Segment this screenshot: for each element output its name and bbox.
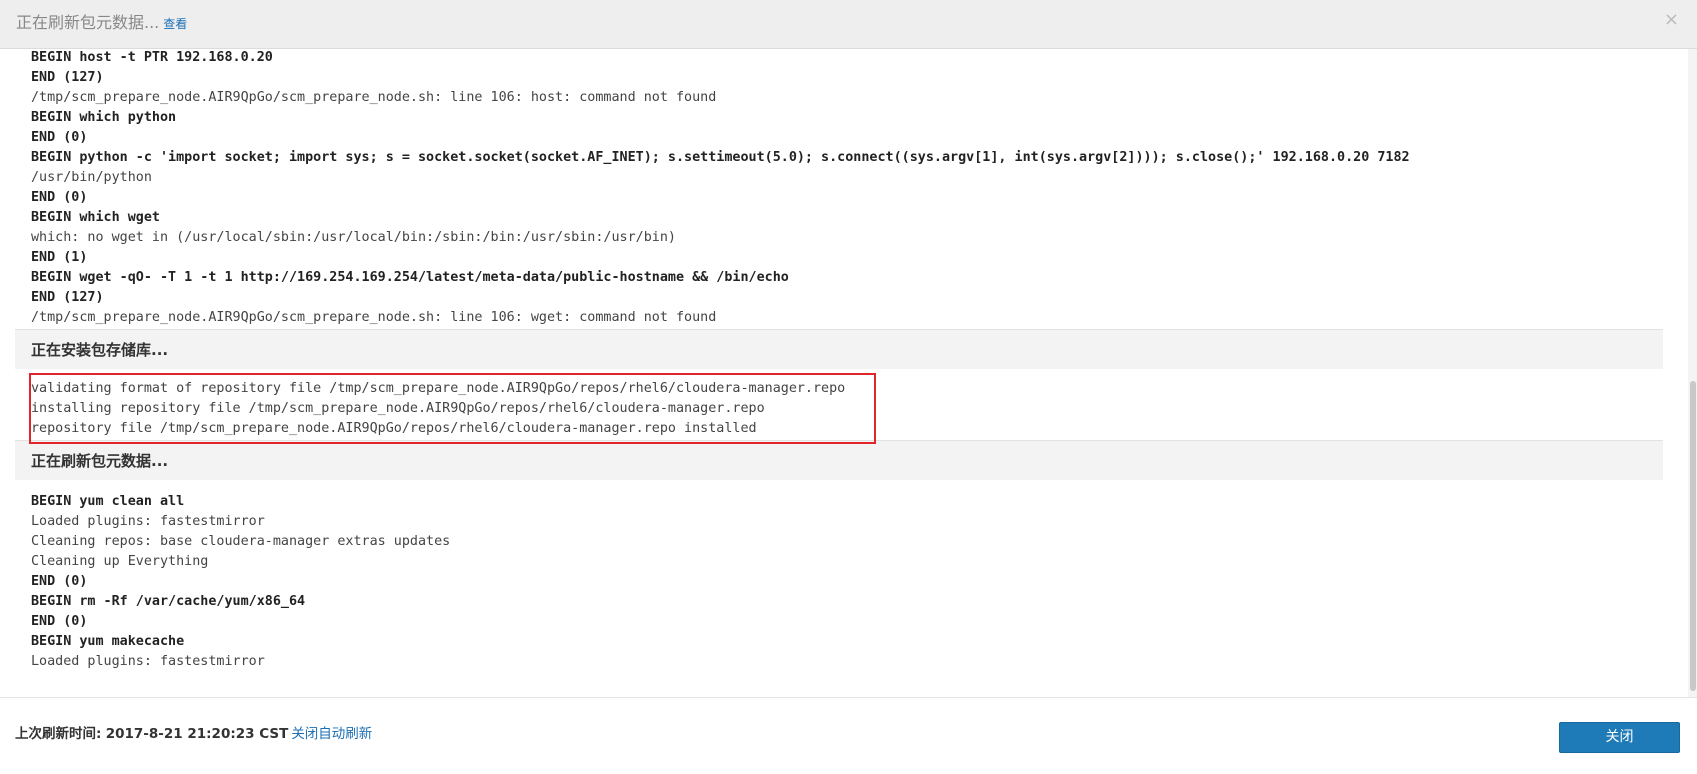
section-title-refresh-metadata: 正在刷新包元数据...: [31, 452, 169, 470]
log-line: END (0): [31, 190, 88, 205]
section-header-refresh-metadata: 正在刷新包元数据...: [15, 440, 1663, 480]
log-line: BEGIN yum clean all: [31, 494, 185, 509]
log-line: BEGIN rm -Rf /var/cache/yum/x86_64: [31, 594, 306, 609]
log-line: END (0): [31, 574, 88, 589]
log-line: BEGIN python -c 'import socket; import s…: [31, 150, 1410, 165]
last-refresh-info: 上次刷新时间: 2017-8-21 21:20:23 CST 关闭自动刷新: [15, 722, 372, 742]
log-line: Cleaning repos: base cloudera-manager ex…: [31, 534, 451, 549]
log-line: Loaded plugins: fastestmirror: [31, 514, 265, 529]
log-line: /usr/bin/python: [31, 170, 152, 185]
last-refresh-label: 上次刷新时间:: [15, 726, 102, 742]
log-line: Loaded plugins: fastestmirror: [31, 654, 265, 669]
log-line: END (127): [31, 290, 104, 305]
log-line: BEGIN which wget: [31, 210, 160, 225]
log-line: BEGIN which python: [31, 110, 177, 125]
close-button[interactable]: 关闭: [1559, 722, 1680, 753]
scrollbar-thumb[interactable]: [1690, 381, 1696, 691]
view-link[interactable]: 查看: [163, 17, 187, 31]
last-refresh-timestamp: 2017-8-21 21:20:23 CST: [105, 726, 289, 742]
log-line: END (0): [31, 614, 88, 629]
section-title-install-repo: 正在安装包存储库...: [31, 341, 169, 359]
log-line: /tmp/scm_prepare_node.AIR9QpGo/scm_prepa…: [31, 310, 717, 325]
log-line: BEGIN host -t PTR 192.168.0.20: [31, 50, 273, 65]
disable-auto-refresh-link[interactable]: 关闭自动刷新: [291, 726, 372, 742]
dialog-footer: 上次刷新时间: 2017-8-21 21:20:23 CST 关闭自动刷新 关闭: [0, 697, 1697, 774]
log-line: END (127): [31, 70, 104, 85]
dialog-header: 正在刷新包元数据... 查看 ×: [0, 0, 1697, 49]
close-icon[interactable]: ×: [1664, 9, 1679, 30]
section-header-install-repo: 正在安装包存储库...: [15, 329, 1663, 369]
log-line: /tmp/scm_prepare_node.AIR9QpGo/scm_prepa…: [31, 90, 717, 105]
dialog-title-text: 正在刷新包元数据...: [16, 13, 160, 32]
log-line: Cleaning up Everything: [31, 554, 209, 569]
highlight-box: [29, 373, 876, 444]
dialog-title: 正在刷新包元数据... 查看: [16, 9, 187, 33]
log-line: END (1): [31, 250, 88, 265]
log-line: BEGIN yum makecache: [31, 634, 185, 649]
log-line: END (0): [31, 130, 88, 145]
log-line: which: no wget in (/usr/local/sbin:/usr/…: [31, 230, 676, 245]
log-line: BEGIN wget -qO- -T 1 -t 1 http://169.254…: [31, 270, 789, 285]
